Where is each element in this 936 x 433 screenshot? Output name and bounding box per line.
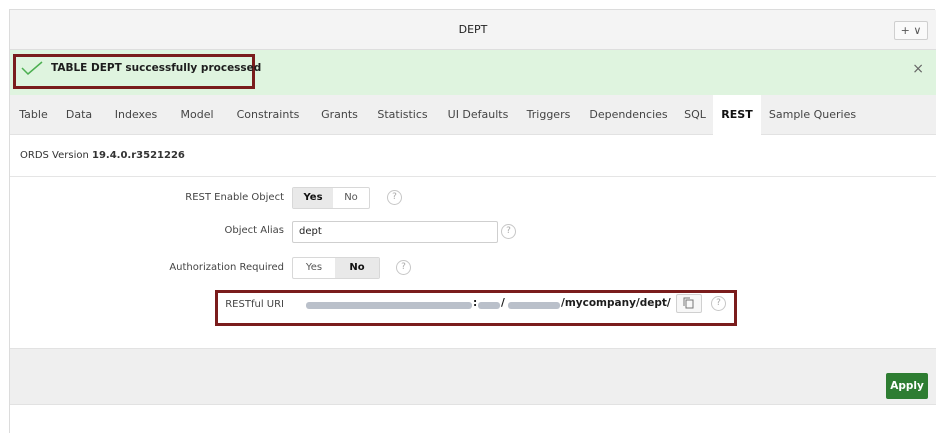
form-footer: Apply <box>10 348 936 405</box>
rest-enable-no[interactable]: No <box>333 188 369 208</box>
redacted-context <box>508 302 560 309</box>
ords-version-value: 19.4.0.r3521226 <box>92 150 185 161</box>
ords-version-label: ORDS Version <box>20 150 89 161</box>
object-alias-help-icon[interactable]: ? <box>501 224 516 239</box>
copy-icon <box>683 297 694 309</box>
checkmark-icon <box>21 61 43 75</box>
restful-uri-help-icon[interactable]: ? <box>711 296 726 311</box>
object-alias-label: Object Alias <box>224 225 284 236</box>
object-browser-panel: DEPT + ∨ TABLE DEPT successfully process… <box>9 9 936 433</box>
tab-model[interactable]: Model <box>171 95 223 135</box>
tab-triggers[interactable]: Triggers <box>517 95 580 135</box>
redacted-port <box>478 302 500 309</box>
tab-sql[interactable]: SQL <box>677 95 713 135</box>
redacted-host <box>306 302 472 309</box>
ords-version-row: ORDS Version 19.4.0.r3521226 <box>10 136 936 177</box>
tab-sample-queries[interactable]: Sample Queries <box>761 95 864 135</box>
rest-enable-yes[interactable]: Yes <box>293 188 333 208</box>
authorization-toggle: Yes No <box>292 257 380 279</box>
object-alias-input[interactable]: dept <box>292 221 498 243</box>
tab-ui-defaults[interactable]: UI Defaults <box>439 95 517 135</box>
object-tabs: Table Data Indexes Model Constraints Gra… <box>10 95 936 135</box>
tab-dependencies[interactable]: Dependencies <box>580 95 677 135</box>
rest-enable-label: REST Enable Object <box>185 192 284 203</box>
authorization-label: Authorization Required <box>169 262 284 273</box>
tab-constraints[interactable]: Constraints <box>223 95 313 135</box>
rest-enable-toggle: Yes No <box>292 187 370 209</box>
tab-indexes[interactable]: Indexes <box>101 95 171 135</box>
close-icon[interactable]: × <box>912 61 924 77</box>
tab-rest[interactable]: REST <box>713 95 761 135</box>
apply-button[interactable]: Apply <box>886 373 928 399</box>
tab-grants[interactable]: Grants <box>313 95 366 135</box>
restful-uri-label: RESTful URI <box>225 299 284 310</box>
authorization-no[interactable]: No <box>335 258 379 278</box>
authorization-yes[interactable]: Yes <box>293 258 335 278</box>
uri-port-separator: : <box>473 297 478 309</box>
panel-header: DEPT + ∨ <box>10 10 936 50</box>
success-message-bar: TABLE DEPT successfully processed × <box>10 50 936 95</box>
tab-statistics[interactable]: Statistics <box>366 95 439 135</box>
tab-data[interactable]: Data <box>57 95 101 135</box>
authorization-help-icon[interactable]: ? <box>396 260 411 275</box>
panel-title: DEPT <box>458 23 488 36</box>
copy-uri-button[interactable] <box>676 294 702 313</box>
rest-enable-help-icon[interactable]: ? <box>387 190 402 205</box>
tab-table[interactable]: Table <box>10 95 57 135</box>
uri-path-separator: / <box>501 297 505 309</box>
create-menu-button[interactable]: + ∨ <box>894 21 928 40</box>
success-message-text: TABLE DEPT successfully processed <box>51 62 262 74</box>
restful-uri-path: /mycompany/dept/ <box>561 297 671 309</box>
